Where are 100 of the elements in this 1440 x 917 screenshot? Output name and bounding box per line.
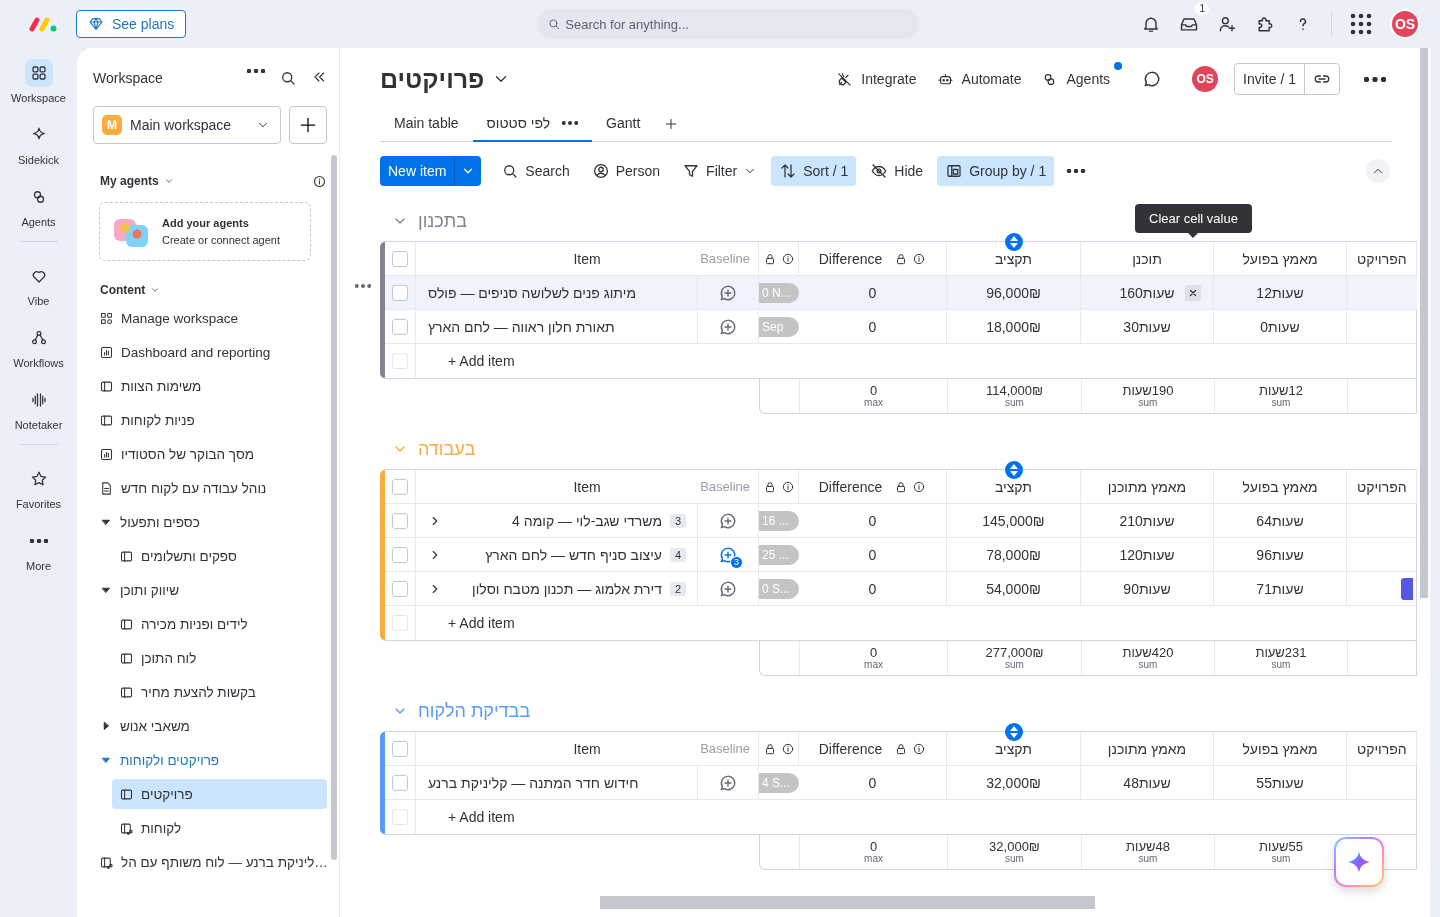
sidebar-item[interactable]: לקוחות <box>112 813 327 843</box>
rail-item[interactable]: More <box>0 527 77 572</box>
checkbox[interactable] <box>392 546 408 563</box>
checkbox[interactable] <box>392 318 408 335</box>
rail-item[interactable]: Notetaker <box>0 386 77 431</box>
checkbox[interactable] <box>392 250 408 267</box>
logo-icon[interactable] <box>28 15 58 33</box>
more-icon[interactable] <box>562 121 579 125</box>
more-icon[interactable] <box>1364 76 1386 82</box>
column-header[interactable]: תקציב <box>995 478 1032 495</box>
user-avatar[interactable]: OS <box>1192 66 1219 92</box>
more-icon[interactable] <box>1066 169 1087 173</box>
toolbar-action[interactable]: Integrate <box>836 62 917 96</box>
add-agents-card[interactable]: Add your agents Create or connect agent <box>99 202 311 261</box>
board-title[interactable]: פרויקטים <box>380 64 485 94</box>
project-chip[interactable] <box>1401 577 1413 600</box>
scrollbar[interactable] <box>331 155 337 860</box>
item-name[interactable]: תאורת חלון ראווה — לחם הארץ <box>428 318 615 335</box>
sidebar-item[interactable]: בקשות להצעת מחיר <box>112 677 327 707</box>
rail-item[interactable]: Agents <box>0 183 77 228</box>
section-heading[interactable]: My agents <box>100 174 159 188</box>
sidebar-item[interactable]: פרויקטים <box>112 779 327 809</box>
sidebar-item[interactable]: Manage workspace <box>93 303 327 333</box>
column-header[interactable]: מאמץ מתוכנן <box>1107 740 1187 757</box>
sidebar-item[interactable]: פניות לקוחות <box>93 405 327 435</box>
sidekick-button[interactable] <box>1334 837 1384 887</box>
checkbox[interactable] <box>392 512 408 529</box>
sidebar-item[interactable]: לידים ופניות מכירה <box>112 609 327 639</box>
column-header[interactable]: Item <box>573 250 601 267</box>
column-header[interactable]: הפרויקט <box>1357 740 1407 757</box>
extensions-icon[interactable] <box>1255 14 1275 34</box>
add-item-button[interactable]: + Add item <box>448 615 515 631</box>
sidebar-item[interactable]: ספקים ותשלומים <box>112 541 327 571</box>
item-name[interactable]: דירת אלמוג — תכנון מטבח וסלון <box>450 580 662 597</box>
add-button[interactable] <box>289 106 327 144</box>
item-name[interactable]: מיתוג פנים לשלושה סניפים — פולס <box>428 284 636 301</box>
folder-item[interactable]: כספים ותפעול <box>93 507 327 537</box>
column-header[interactable]: תוכנן <box>1132 250 1162 267</box>
column-header[interactable]: הפרויקט <box>1357 478 1407 495</box>
sort-indicator-icon[interactable] <box>1004 233 1023 251</box>
item-name[interactable]: עיצוב סניף חדש — לחם הארץ <box>450 546 662 563</box>
view-tab[interactable]: לפי סטטוס <box>472 106 593 142</box>
rail-item[interactable]: Workspace <box>0 59 77 104</box>
column-header[interactable]: Difference <box>818 740 883 757</box>
scrollbar[interactable] <box>1420 48 1428 598</box>
more-icon[interactable] <box>247 69 265 73</box>
sort-indicator-icon[interactable] <box>1004 461 1023 479</box>
folder-item[interactable]: משאבי אנוש <box>93 711 327 741</box>
invite-icon[interactable] <box>1217 14 1237 34</box>
column-header[interactable]: Difference <box>818 478 883 495</box>
toolbar-action[interactable]: Agents <box>1041 62 1123 96</box>
toolbar-button[interactable]: Group by / 1 <box>937 156 1055 186</box>
view-tab[interactable]: Main table <box>380 106 473 142</box>
column-header[interactable]: תקציב <box>995 740 1032 757</box>
sidebar-item[interactable]: נוהל עבודה עם לקוח חדש <box>93 473 327 503</box>
toolbar-button[interactable]: Person <box>583 156 669 186</box>
rail-item[interactable]: Vibe <box>0 262 77 307</box>
sidebar-item[interactable]: מסך הבוקר של הסטודיו <box>93 439 327 469</box>
column-header[interactable]: תקציב <box>995 250 1032 267</box>
column-header[interactable]: מאמץ בפועל <box>1242 478 1318 495</box>
sidebar-item[interactable]: Dashboard and reporting <box>93 337 327 367</box>
group-title[interactable]: בתכנון <box>418 210 467 232</box>
column-header[interactable]: Item <box>573 478 601 495</box>
item-name[interactable]: משרדי שגב-לוי — קומה 4 <box>450 512 662 529</box>
folder-item[interactable]: שיווק ותוכן <box>93 575 327 605</box>
view-tab[interactable]: Gantt <box>592 106 655 142</box>
toolbar-button[interactable]: Sort / 1 <box>771 156 857 186</box>
checkbox[interactable] <box>392 740 408 757</box>
scrollbar[interactable] <box>600 896 1095 909</box>
checkbox[interactable] <box>392 774 408 791</box>
checkbox[interactable] <box>392 478 408 495</box>
column-header[interactable]: מאמץ בפועל <box>1242 250 1318 267</box>
toolbar-button[interactable]: Hide <box>862 156 932 186</box>
column-header[interactable]: הפרויקט <box>1357 250 1407 267</box>
column-header[interactable]: Difference <box>818 250 883 267</box>
column-header[interactable]: מאמץ בפועל <box>1242 740 1318 757</box>
column-header[interactable]: מאמץ מתוכנן <box>1107 478 1187 495</box>
sidebar-item[interactable]: לוח התוכן <box>112 643 327 673</box>
folder-item[interactable]: פרויקטים ולקוחות <box>93 745 327 775</box>
toolbar-action[interactable]: Automate <box>936 62 1022 96</box>
sidebar-item[interactable]: …ליניקת ברנע — לוח משותף עם הל <box>93 847 327 877</box>
section-heading[interactable]: Content <box>100 283 146 297</box>
see-plans-button[interactable]: See plans <box>76 10 187 38</box>
sidebar-item[interactable]: משימות הצוות <box>93 371 327 401</box>
search-icon[interactable] <box>279 69 297 87</box>
search-field[interactable]: Search for anything... <box>537 9 920 39</box>
checkbox[interactable] <box>392 580 408 597</box>
user-avatar[interactable]: OS <box>1390 9 1420 39</box>
clear-button[interactable] <box>1185 284 1201 301</box>
plus-icon[interactable] <box>664 116 679 131</box>
add-item-button[interactable]: + Add item <box>448 809 515 825</box>
sort-indicator-icon[interactable] <box>1004 723 1023 741</box>
item-name[interactable]: חידוש חדר המתנה — קליניקת ברנע <box>428 774 639 791</box>
toolbar-button[interactable]: Search <box>493 156 578 186</box>
checkbox[interactable] <box>392 284 408 301</box>
toolbar-button[interactable]: Filter <box>674 156 766 186</box>
apps-grid-icon[interactable] <box>1350 13 1372 35</box>
more-icon[interactable] <box>355 284 371 288</box>
copy-link-button[interactable] <box>1304 64 1339 94</box>
rail-item[interactable]: Sidekick <box>0 121 77 166</box>
